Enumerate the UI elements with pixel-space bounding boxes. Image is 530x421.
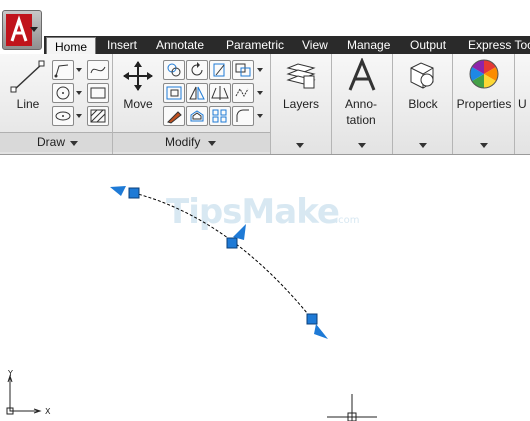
draw-panel-title: Draw: [37, 135, 66, 149]
chamfer-icon: [236, 109, 249, 122]
explode-button[interactable]: [232, 83, 254, 103]
trim-button[interactable]: [209, 60, 231, 80]
line-icon: [10, 60, 45, 93]
offset-button[interactable]: [186, 106, 208, 126]
circle-button[interactable]: [52, 83, 74, 103]
block-button[interactable]: Block: [398, 96, 448, 112]
array-button[interactable]: [209, 106, 231, 126]
properties-button[interactable]: Properties: [454, 96, 514, 112]
move-button[interactable]: Move: [116, 96, 160, 112]
stretch-icon: [235, 63, 251, 77]
explode-icon: [235, 87, 249, 98]
arc-start-grip[interactable]: [128, 187, 140, 199]
application-menu-button[interactable]: [2, 10, 42, 50]
drawing-geometry: [6, 186, 377, 421]
autocad-logo-icon: [6, 14, 32, 46]
chevron-down-icon[interactable]: [419, 143, 427, 148]
panel-divider: [452, 54, 453, 154]
move-icon: [123, 61, 153, 91]
fillet-button[interactable]: [209, 83, 231, 103]
color-wheel-icon: [469, 59, 499, 89]
annotation-label-line1: Anno-: [344, 97, 378, 111]
ribbon-tab-bar: Home Insert Annotate Parametric View Man…: [44, 36, 530, 55]
tab-manage[interactable]: Manage: [347, 36, 390, 54]
explode-dropdown[interactable]: [256, 83, 264, 103]
annotation-button[interactable]: Anno- tation: [336, 96, 386, 128]
tab-insert[interactable]: Insert: [107, 36, 137, 54]
selected-arc[interactable]: [133, 192, 313, 320]
tab-express-tools[interactable]: Express Too: [468, 36, 530, 54]
copy-button[interactable]: [163, 60, 185, 80]
hatch-icon: [90, 109, 106, 123]
ucs-icon: [9, 378, 38, 412]
scale-icon: [166, 86, 182, 100]
array-icon: [212, 109, 227, 123]
polyline-dropdown[interactable]: [75, 60, 83, 80]
rectangle-button[interactable]: [87, 83, 109, 103]
panel-divider: [392, 54, 393, 154]
block-icon: [410, 62, 434, 89]
spline-button[interactable]: [87, 60, 109, 80]
tab-view[interactable]: View: [302, 36, 328, 54]
ellipse-button[interactable]: [52, 106, 74, 126]
rotate-button[interactable]: [186, 60, 208, 80]
ucs-x-label: X: [45, 407, 51, 416]
fillet-icon: [211, 86, 229, 100]
autocad-window: Home Insert Annotate Parametric View Man…: [0, 0, 530, 421]
chamfer-button[interactable]: [232, 106, 254, 126]
tab-annotate[interactable]: Annotate: [156, 36, 204, 54]
copy-icon: [167, 63, 181, 77]
panel-divider: [514, 54, 515, 154]
utilities-button[interactable]: U: [518, 96, 530, 112]
arc-end-lengthen-grip[interactable]: [314, 324, 328, 339]
tab-output[interactable]: Output: [410, 36, 446, 54]
chevron-down-icon: [30, 27, 38, 32]
chevron-down-icon: [70, 141, 78, 146]
mirror-icon: [189, 86, 205, 100]
spline-icon: [90, 66, 106, 74]
tab-home[interactable]: Home: [46, 37, 97, 55]
scale-button[interactable]: [163, 83, 185, 103]
line-button[interactable]: Line: [6, 96, 50, 112]
mirror-button[interactable]: [186, 83, 208, 103]
layers-button[interactable]: Layers: [276, 96, 326, 112]
arc-end-grip[interactable]: [306, 313, 318, 325]
ellipse-dropdown[interactable]: [75, 106, 83, 126]
polyline-button[interactable]: [52, 60, 74, 80]
chamfer-dropdown[interactable]: [256, 106, 264, 126]
modify-panel-title: Modify: [165, 135, 201, 149]
panel-divider: [331, 54, 332, 154]
chevron-down-icon[interactable]: [296, 143, 304, 148]
title-bar: [0, 0, 530, 36]
circle-icon: [56, 86, 70, 100]
rotate-icon: [191, 62, 203, 76]
erase-icon: [167, 111, 182, 124]
arc-start-lengthen-grip[interactable]: [110, 186, 126, 196]
arc-midpoint-grip[interactable]: [226, 237, 238, 249]
stretch-button[interactable]: [232, 60, 254, 80]
trim-icon: [213, 63, 225, 77]
circle-dropdown[interactable]: [75, 83, 83, 103]
crosshair-cursor-icon: [327, 394, 377, 421]
annotation-label-line2: tation: [346, 113, 376, 127]
stretch-dropdown[interactable]: [256, 60, 264, 80]
tab-parametric[interactable]: Parametric: [226, 36, 284, 54]
erase-button[interactable]: [163, 106, 185, 126]
polyline-icon: [54, 64, 69, 78]
annotation-text-icon: [348, 58, 376, 91]
rectangle-icon: [90, 87, 106, 99]
panel-divider: [270, 54, 271, 154]
layers-icon: [286, 63, 316, 89]
offset-icon: [190, 110, 204, 122]
hatch-button[interactable]: [87, 106, 109, 126]
chevron-down-icon: [208, 141, 216, 146]
chevron-down-icon[interactable]: [480, 143, 488, 148]
ellipse-icon: [55, 111, 71, 121]
chevron-down-icon[interactable]: [358, 143, 366, 148]
ucs-y-label: Y: [8, 369, 13, 378]
